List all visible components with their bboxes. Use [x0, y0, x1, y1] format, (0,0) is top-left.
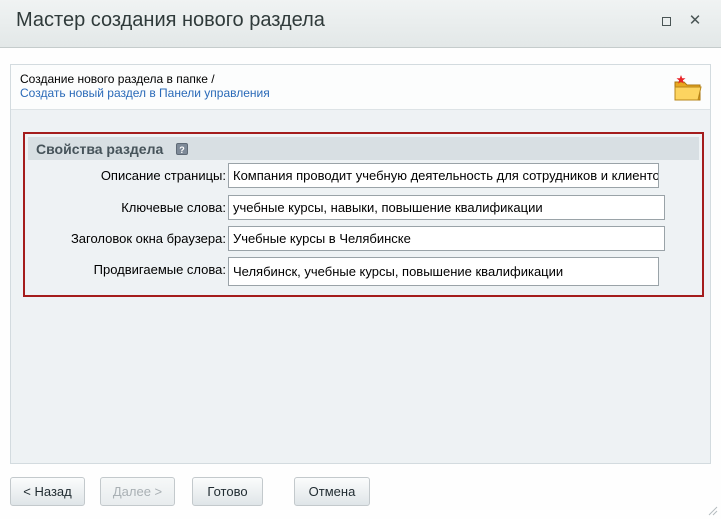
done-button[interactable]: Готово [192, 477, 263, 506]
section-properties-title: Свойства раздела [36, 141, 164, 157]
keywords-field[interactable]: учебные курсы, навыки, повышение квалифи… [228, 195, 665, 220]
cancel-button[interactable]: Отмена [294, 477, 370, 506]
wizard-panel: Создание нового раздела в папке / Создат… [10, 64, 711, 464]
maximize-icon[interactable] [660, 14, 674, 28]
section-properties-header: Свойства раздела ? [28, 137, 699, 160]
section-properties-group: Свойства раздела ? Описание страницы: Ко… [23, 132, 704, 297]
browser-title-label: Заголовок окна браузера: [70, 231, 226, 246]
promoted-words-label: Продвигаемые слова: [93, 262, 226, 277]
page-description-field[interactable]: Компания проводит учебную деятельность д… [228, 163, 659, 188]
folder-new-icon [674, 75, 702, 101]
close-icon[interactable]: ✕ [688, 13, 702, 28]
window-titlebar: Мастер создания нового раздела ✕ [0, 0, 721, 48]
browser-title-field[interactable]: Учебные курсы в Челябинске [228, 226, 665, 251]
wizard-header: Создание нового раздела в папке / Создат… [11, 65, 710, 110]
keywords-label: Ключевые слова: [121, 200, 226, 215]
header-caption: Создание нового раздела в папке / [20, 72, 215, 86]
next-button[interactable]: Далее > [100, 477, 175, 506]
back-button[interactable]: < Назад [10, 477, 85, 506]
window-title: Мастер создания нового раздела [16, 9, 325, 31]
help-icon[interactable]: ? [176, 143, 188, 155]
resize-grip-icon[interactable] [706, 504, 718, 516]
create-in-control-panel-link[interactable]: Создать новый раздел в Панели управления [20, 86, 270, 100]
promoted-words-field[interactable]: Челябинск, учебные курсы, повышение квал… [228, 257, 659, 286]
page-description-label: Описание страницы: [100, 168, 226, 183]
